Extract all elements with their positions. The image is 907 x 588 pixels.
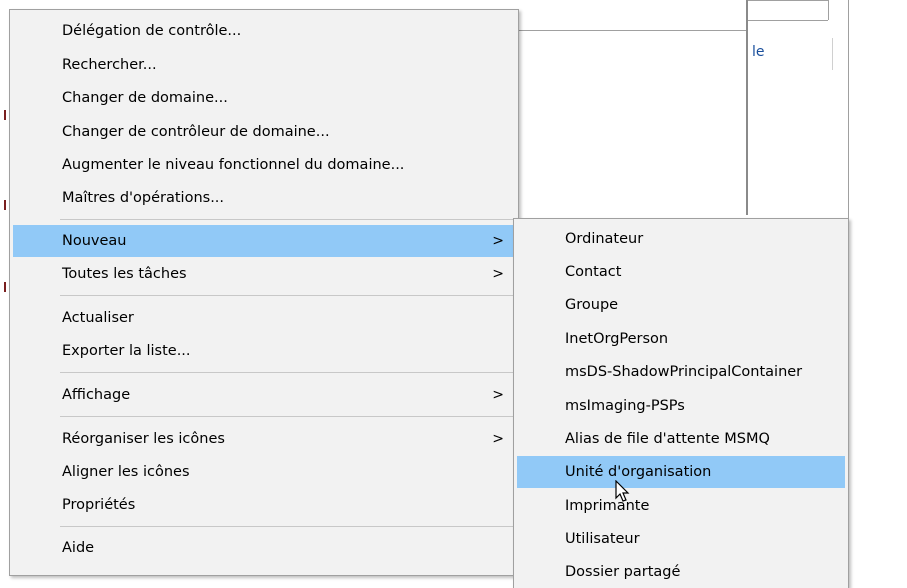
submenu-item-label: msImaging-PSPs: [565, 398, 685, 414]
menu-item-label: Aide: [62, 540, 95, 556]
submenu-item-label: Unité d'organisation: [565, 464, 712, 480]
submenu-item-label: Utilisateur: [565, 531, 640, 547]
submenu-item-shadow-principal[interactable]: msDS-ShadowPrincipalContainer: [517, 356, 845, 388]
bg-top-field: [748, 0, 828, 1]
menu-item-maitres-operations[interactable]: Maîtres d'opérations...: [13, 182, 515, 214]
menu-item-label: Propriétés: [62, 497, 136, 513]
menu-item-label: Rechercher...: [62, 57, 157, 73]
menu-item-label: Augmenter le niveau fonctionnel du domai…: [62, 157, 405, 173]
menu-separator: [60, 219, 515, 220]
submenu-item-contact[interactable]: Contact: [517, 256, 845, 288]
bg-field-bottom: [748, 20, 828, 21]
chevron-right-icon: >: [492, 266, 504, 282]
menu-item-label: Réorganiser les icônes: [62, 431, 225, 447]
submenu-item-label: Groupe: [565, 297, 619, 313]
menu-item-label: Nouveau: [62, 233, 127, 249]
menu-item-affichage[interactable]: Affichage >: [13, 379, 515, 411]
menu-item-actualiser[interactable]: Actualiser: [13, 302, 515, 334]
submenu-item-label: msDS-ShadowPrincipalContainer: [565, 364, 803, 380]
bg-field-edge: [828, 0, 829, 20]
submenu-item-label: Dossier partagé: [565, 564, 681, 580]
bg-right-border: [848, 0, 849, 220]
chevron-right-icon: >: [492, 233, 504, 249]
bg-left-marks-2: [4, 200, 6, 210]
menu-item-rechercher[interactable]: Rechercher...: [13, 49, 515, 81]
bg-left-marks: [4, 110, 6, 120]
submenu-nouveau: Ordinateur Contact Groupe InetOrgPerson …: [513, 218, 849, 588]
menu-item-label: Changer de contrôleur de domaine...: [62, 124, 330, 140]
submenu-item-alias-msmq[interactable]: Alias de file d'attente MSMQ: [517, 423, 845, 455]
menu-separator: [60, 372, 515, 373]
submenu-item-msimaging[interactable]: msImaging-PSPs: [517, 390, 845, 422]
submenu-item-label: Imprimante: [565, 498, 650, 514]
menu-item-label: Aligner les icônes: [62, 464, 190, 480]
menu-item-proprietes[interactable]: Propriétés: [13, 489, 515, 521]
bg-fragment-text: le: [752, 44, 765, 60]
menu-item-reorganiser-icones[interactable]: Réorganiser les icônes >: [13, 423, 515, 455]
menu-item-exporter-liste[interactable]: Exporter la liste...: [13, 335, 515, 367]
menu-item-delegation[interactable]: Délégation de contrôle...: [13, 15, 515, 47]
menu-item-changer-controleur[interactable]: Changer de contrôleur de domaine...: [13, 116, 515, 148]
submenu-item-inetorgperson[interactable]: InetOrgPerson: [517, 323, 845, 355]
menu-separator: [60, 526, 515, 527]
menu-item-label: Délégation de contrôle...: [62, 23, 242, 39]
context-menu: Délégation de contrôle... Rechercher... …: [9, 9, 519, 576]
bg-scroll-edge: [832, 38, 833, 70]
submenu-item-label: Ordinateur: [565, 231, 644, 247]
chevron-right-icon: >: [492, 431, 504, 447]
menu-item-label: Actualiser: [62, 310, 134, 326]
submenu-item-utilisateur[interactable]: Utilisateur: [517, 523, 845, 555]
menu-item-label: Maîtres d'opérations...: [62, 190, 225, 206]
menu-separator: [60, 295, 515, 296]
bg-left-marks-3: [4, 282, 6, 292]
submenu-item-dossier-partage[interactable]: Dossier partagé: [517, 556, 845, 588]
submenu-item-ordinateur[interactable]: Ordinateur: [517, 223, 845, 255]
mouse-cursor-icon: [615, 480, 630, 502]
submenu-item-label: Contact: [565, 264, 622, 280]
submenu-item-label: Alias de file d'attente MSMQ: [565, 431, 770, 447]
menu-item-label: Exporter la liste...: [62, 343, 191, 359]
menu-item-toutes-taches[interactable]: Toutes les tâches >: [13, 258, 515, 290]
menu-item-nouveau[interactable]: Nouveau >: [13, 225, 515, 257]
submenu-item-groupe[interactable]: Groupe: [517, 289, 845, 321]
submenu-item-label: InetOrgPerson: [565, 331, 669, 347]
menu-separator: [60, 416, 515, 417]
submenu-item-unite-organisation[interactable]: Unité d'organisation: [517, 456, 845, 488]
menu-item-augmenter-niveau[interactable]: Augmenter le niveau fonctionnel du domai…: [13, 149, 515, 181]
submenu-item-imprimante[interactable]: Imprimante: [517, 490, 845, 522]
bg-column-divider: [746, 0, 748, 215]
menu-item-aligner-icones[interactable]: Aligner les icônes: [13, 456, 515, 488]
menu-item-changer-domaine[interactable]: Changer de domaine...: [13, 82, 515, 114]
menu-item-aide[interactable]: Aide: [13, 532, 515, 564]
menu-item-label: Affichage: [62, 387, 131, 403]
menu-item-label: Changer de domaine...: [62, 90, 228, 106]
bg-window-border: [515, 30, 747, 31]
menu-item-label: Toutes les tâches: [62, 266, 187, 282]
chevron-right-icon: >: [492, 387, 504, 403]
